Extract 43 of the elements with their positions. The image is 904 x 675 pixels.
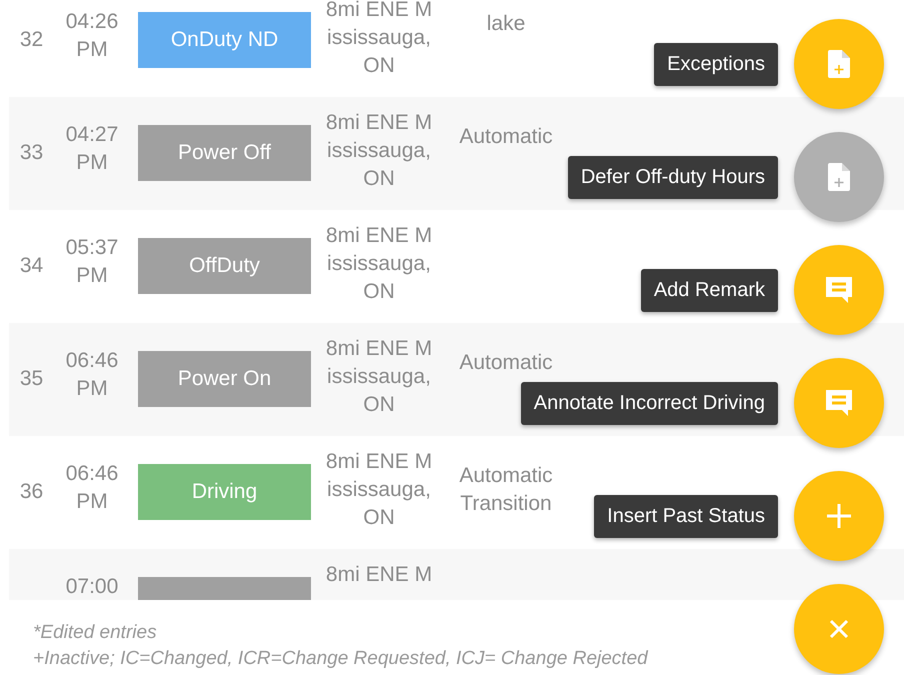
- location-text: 8mi ENE M ississauga, ON: [326, 224, 432, 303]
- status-badge[interactable]: Driving: [138, 464, 311, 520]
- status-badge[interactable]: OnDuty ND: [138, 12, 311, 68]
- remark-text: Automatic: [459, 351, 553, 374]
- footer-note: +Inactive; IC=Changed, ICR=Change Requested, ICJ= Change Rejected: [33, 647, 648, 671]
- fab-label: Add Remark: [640, 268, 778, 312]
- location-text: 8mi ENE M ississauga, ON: [326, 450, 432, 529]
- status-badge[interactable]: Power Off: [138, 125, 311, 181]
- remark-text: Automatic Transition: [459, 464, 553, 515]
- fab-label: Defer Off-duty Hours: [568, 156, 778, 198]
- row-number: 34: [20, 254, 44, 277]
- document-plus-icon: [828, 50, 850, 78]
- row-number: 33: [20, 141, 44, 164]
- status-badge[interactable]: OffDuty: [138, 238, 311, 294]
- log-time: 04:26 PM: [66, 10, 118, 61]
- log-time: 05:37 PM: [66, 236, 118, 287]
- log-time: 06:46 PM: [66, 462, 118, 513]
- log-time: 04:27 PM: [66, 123, 118, 174]
- fab-label: Exceptions: [654, 42, 778, 86]
- remark-text: Automatic: [459, 125, 553, 148]
- row-number: 32: [20, 28, 44, 51]
- log-time: 06:46 PM: [66, 349, 118, 400]
- row-number: 35: [20, 367, 44, 390]
- log-time: 07:00: [66, 575, 118, 598]
- action-button[interactable]: [794, 245, 884, 335]
- document-plus-icon: [828, 163, 850, 191]
- fab-label: Insert Past Status: [594, 494, 778, 538]
- close-button[interactable]: [794, 584, 884, 674]
- location-text: 8mi ENE M: [326, 563, 432, 586]
- status-badge[interactable]: Power On: [138, 351, 311, 407]
- footer-note: *Edited entries: [33, 621, 157, 645]
- comment-icon: [824, 388, 854, 418]
- close-icon: [829, 619, 849, 639]
- location-text: 8mi ENE M ississauga, ON: [326, 0, 432, 77]
- action-button[interactable]: [794, 471, 884, 561]
- action-button[interactable]: [794, 19, 884, 109]
- fab-label: Annotate Incorrect Driving: [520, 382, 778, 424]
- row-number: 36: [20, 480, 44, 503]
- comment-icon: [824, 275, 854, 305]
- plus-icon: [826, 503, 852, 529]
- remark-text: lake: [486, 12, 526, 35]
- location-text: 8mi ENE M ississauga, ON: [326, 111, 432, 190]
- location-text: 8mi ENE M ississauga, ON: [326, 337, 432, 416]
